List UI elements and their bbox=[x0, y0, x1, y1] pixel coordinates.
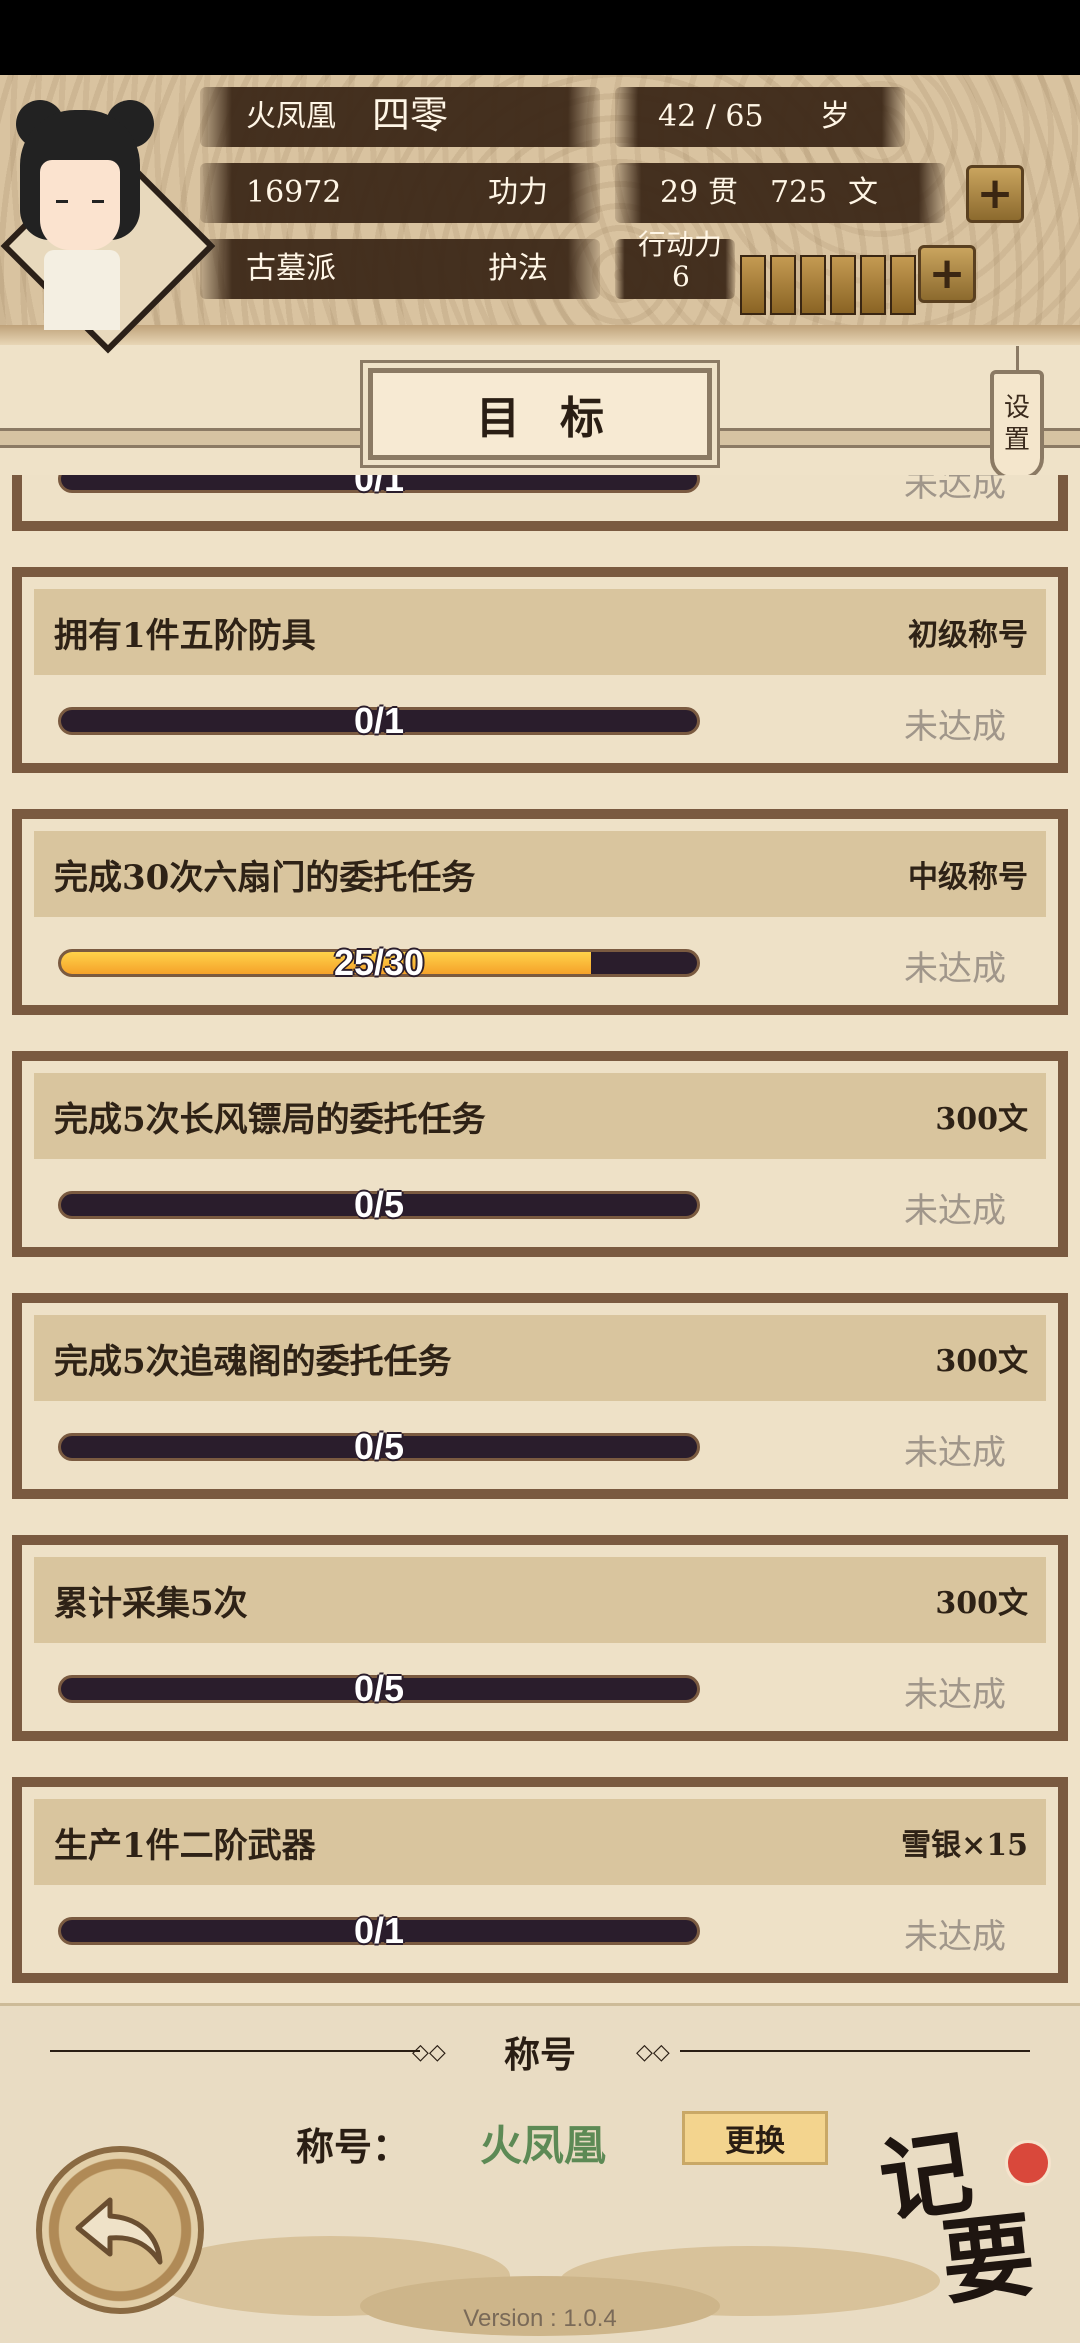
change-title-button[interactable]: 更换 bbox=[682, 2111, 828, 2165]
task-header: 完成5次长风镖局的委托任务 300文 bbox=[34, 1073, 1046, 1159]
page-title: 目标 bbox=[368, 368, 712, 460]
power-label: 功力 bbox=[488, 175, 548, 210]
task-header: 拥有1件五阶防具 初级称号 bbox=[34, 589, 1046, 675]
task-status: 未达成 bbox=[904, 949, 1006, 989]
task-name: 完成30次六扇门的委托任务 bbox=[54, 857, 476, 898]
action-label: 行动力 bbox=[638, 228, 723, 261]
energy-segment bbox=[800, 255, 826, 315]
settings-label: 设置 bbox=[1003, 393, 1030, 455]
progress-label: 0/5 bbox=[353, 1668, 405, 1709]
task-name: 完成5次追魂阁的委托任务 bbox=[54, 1341, 452, 1382]
age-unit: 岁 bbox=[820, 99, 850, 134]
task-reward: 300文 bbox=[935, 1586, 1028, 1621]
divider-right bbox=[680, 2050, 1030, 2052]
plus-icon: + bbox=[928, 248, 966, 299]
task-status: 未达成 bbox=[904, 1675, 1006, 1715]
version-label: Version : 1.0.4 bbox=[463, 2305, 617, 2332]
task-status: 未达成 bbox=[904, 1917, 1006, 1957]
eye-right bbox=[92, 200, 104, 203]
task-header: 完成5次追魂阁的委托任务 300文 bbox=[34, 1315, 1046, 1401]
task-card[interactable]: 累计采集5次 300文 0/5 未达成 bbox=[12, 1535, 1068, 1741]
task-reward: 中级称号 bbox=[908, 860, 1028, 895]
action-value: 6 bbox=[672, 260, 690, 293]
back-arrow-icon bbox=[75, 2197, 163, 2265]
task-card[interactable]: 拥有1件五阶防具 初级称号 0/1 未达成 bbox=[12, 567, 1068, 773]
player-name: 火凤凰 bbox=[246, 99, 336, 134]
add-money-button[interactable]: + bbox=[966, 165, 1024, 223]
progress-label: 25/30 bbox=[333, 942, 425, 983]
task-reward: 雪银×15 bbox=[901, 1828, 1028, 1863]
task-card[interactable]: 0/1 未达成 bbox=[12, 475, 1068, 531]
player-nickname: 四零 bbox=[372, 93, 449, 137]
energy-segment bbox=[740, 255, 766, 315]
avatar-body bbox=[44, 250, 120, 330]
energy-segment bbox=[890, 255, 916, 315]
task-card[interactable]: 生产1件二阶武器 雪银×15 0/1 未达成 bbox=[12, 1777, 1068, 1983]
task-card[interactable]: 完成5次追魂阁的委托任务 300文 0/5 未达成 bbox=[12, 1293, 1068, 1499]
task-reward: 300文 bbox=[935, 1102, 1028, 1137]
current-title-label: 称号： bbox=[296, 2124, 411, 2169]
task-card[interactable]: 完成5次长风镖局的委托任务 300文 0/5 未达成 bbox=[12, 1051, 1068, 1257]
task-status: 未达成 bbox=[904, 1433, 1006, 1473]
progress-label: 0/1 bbox=[353, 475, 405, 499]
plus-icon: + bbox=[976, 168, 1014, 219]
progress-label: 0/5 bbox=[353, 1184, 405, 1225]
progress-label: 0/1 bbox=[353, 1910, 405, 1951]
notification-dot bbox=[1005, 2140, 1051, 2186]
task-header: 累计采集5次 300文 bbox=[34, 1557, 1046, 1643]
money-wen: 725 bbox=[770, 175, 828, 210]
memo-char-2: 要 bbox=[936, 2200, 1040, 2318]
energy-segment bbox=[860, 255, 886, 315]
task-card[interactable]: 完成30次六扇门的委托任务 中级称号 25/30 未达成 bbox=[12, 809, 1068, 1015]
player-role: 护法 bbox=[488, 251, 548, 286]
task-reward: 300文 bbox=[935, 1344, 1028, 1379]
guan-label: 贯 bbox=[708, 175, 738, 210]
task-name: 生产1件二阶武器 bbox=[54, 1825, 316, 1866]
status-bar bbox=[0, 0, 1080, 75]
task-reward: 初级称号 bbox=[908, 618, 1028, 653]
player-sect: 古墓派 bbox=[246, 251, 336, 286]
wen-label: 文 bbox=[848, 175, 878, 210]
knot-right-icon: ◇◇ bbox=[636, 2040, 670, 2065]
energy-segment bbox=[830, 255, 856, 315]
task-status: 未达成 bbox=[904, 475, 1006, 505]
task-status: 未达成 bbox=[904, 707, 1006, 747]
add-action-button[interactable]: + bbox=[918, 245, 976, 303]
progress-label: 0/5 bbox=[353, 1426, 405, 1467]
task-name: 拥有1件五阶防具 bbox=[54, 615, 316, 656]
task-name: 完成5次长风镖局的委托任务 bbox=[54, 1099, 486, 1140]
money-guan: 29 bbox=[660, 175, 699, 210]
player-age: 42 / 65 bbox=[658, 99, 764, 134]
bottom-panel: ◇◇ 称号 ◇◇ 称号： 火凤凰 更换 记 要 bbox=[0, 2003, 1080, 2343]
section-label: 称号 bbox=[503, 2034, 576, 2076]
eye-left bbox=[56, 200, 68, 203]
current-title-value: 火凤凰 bbox=[480, 2121, 607, 2170]
progress-label: 0/1 bbox=[353, 700, 405, 741]
settings-button[interactable]: 设置 bbox=[990, 346, 1044, 480]
task-list[interactable]: 0/1 未达成 拥有1件五阶防具 初级称号 0/1 未达成 完成30次六扇门的委托任务 中级称… bbox=[0, 475, 1080, 2005]
avatar[interactable] bbox=[0, 100, 216, 354]
task-status: 未达成 bbox=[904, 1191, 1006, 1231]
task-name: 累计采集5次 bbox=[54, 1583, 248, 1624]
back-button[interactable] bbox=[36, 2146, 204, 2314]
task-header: 生产1件二阶武器 雪银×15 bbox=[34, 1799, 1046, 1885]
power-value: 16972 bbox=[246, 175, 342, 210]
task-header: 完成30次六扇门的委托任务 中级称号 bbox=[34, 831, 1046, 917]
energy-segment bbox=[770, 255, 796, 315]
action-energy-bar bbox=[740, 255, 916, 315]
face bbox=[40, 160, 120, 250]
